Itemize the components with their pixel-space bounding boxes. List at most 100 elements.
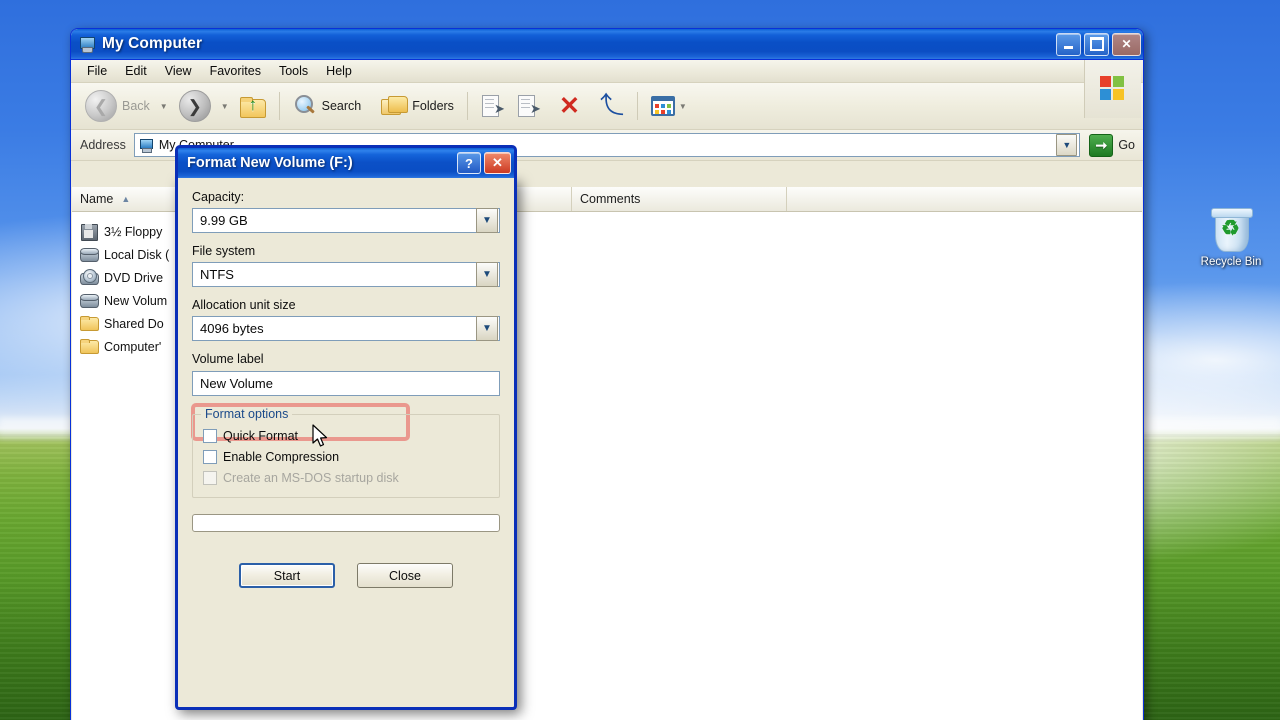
hard-disk-icon [80, 246, 99, 263]
dialog-title: Format New Volume (F:) [187, 155, 353, 171]
menu-bar: File Edit View Favorites Tools Help [71, 60, 1143, 118]
dialog-button-row: Start Close [178, 563, 514, 588]
menu-item-help[interactable]: Help [317, 62, 361, 80]
views-dropdown-icon[interactable]: ▼ [679, 102, 687, 111]
file-system-select[interactable]: NTFS ▼ [192, 262, 500, 287]
folders-button-label: Folders [412, 99, 454, 113]
recycle-bin-label: Recycle Bin [1200, 256, 1262, 268]
explorer-toolbar: ❮ Back ▼ ❯ ▼ ↑ Search Folders ➤ ➤ ✕ ⤴ ▼ [71, 83, 1143, 130]
file-system-value: NTFS [200, 267, 234, 282]
folders-button[interactable]: Folders [375, 92, 460, 120]
volume-label-label: Volume label [192, 352, 264, 366]
search-button[interactable]: Search [287, 91, 368, 121]
chevron-down-icon[interactable]: ▼ [476, 316, 498, 341]
folder-icon [80, 338, 99, 355]
column-header-comments[interactable]: Comments [572, 187, 787, 211]
ms-dos-startup-disk-label: Create an MS-DOS startup disk [223, 471, 399, 485]
delete-button[interactable]: ✕ [553, 91, 586, 122]
dialog-titlebar[interactable]: Format New Volume (F:) ? ✕ [175, 145, 517, 178]
toolbar-separator [636, 92, 638, 120]
address-label: Address [80, 138, 126, 152]
close-button[interactable]: ✕ [1112, 32, 1141, 56]
row-name: Shared Do [104, 316, 164, 331]
undo-button[interactable]: ⤴ [594, 91, 630, 121]
my-computer-icon [78, 35, 96, 53]
folder-icon [80, 315, 99, 332]
format-options-title: Format options [201, 407, 293, 421]
my-computer-mini-icon [139, 138, 154, 153]
allocation-unit-size-value: 4096 bytes [200, 321, 264, 336]
capacity-label: Capacity: [192, 190, 245, 204]
start-button[interactable]: Start [239, 563, 335, 588]
forward-arrow-icon: ❯ [178, 90, 211, 122]
menu-item-favorites[interactable]: Favorites [201, 62, 270, 80]
column-header-filler [787, 187, 1142, 211]
back-button[interactable]: ❮ Back [79, 87, 156, 125]
enable-compression-checkbox[interactable] [203, 450, 217, 464]
format-progress-bar [192, 514, 500, 532]
chevron-down-icon[interactable]: ▼ [476, 208, 498, 233]
explorer-titlebar[interactable]: My Computer ✕ [71, 29, 1143, 60]
file-system-label: File system [192, 244, 256, 258]
move-to-icon: ➤ [481, 95, 505, 117]
capacity-value: 9.99 GB [200, 213, 248, 228]
back-button-label: Back [122, 99, 150, 113]
sort-ascending-icon: ▲ [121, 194, 131, 204]
dialog-close-button[interactable]: ✕ [484, 152, 511, 174]
search-button-label: Search [321, 99, 362, 113]
back-dropdown-icon[interactable]: ▼ [160, 102, 168, 111]
toolbar-separator [278, 92, 280, 120]
dialog-close-action-button[interactable]: Close [357, 563, 453, 588]
menu-item-file[interactable]: File [78, 62, 116, 80]
minimize-button[interactable] [1056, 32, 1081, 56]
windows-flag-banner [1084, 60, 1141, 118]
row-name: Computer' [104, 339, 162, 354]
recycle-bin-icon: ♻ [1207, 208, 1255, 254]
help-button[interactable]: ? [457, 152, 481, 174]
go-button-label: Go [1118, 138, 1135, 152]
menu-item-tools[interactable]: Tools [270, 62, 317, 80]
menu-item-edit[interactable]: Edit [116, 62, 156, 80]
maximize-button[interactable] [1084, 32, 1109, 56]
allocation-unit-size-label: Allocation unit size [192, 298, 296, 312]
undo-arrow-icon: ⤴ [599, 92, 624, 119]
windows-logo-icon [1100, 76, 1126, 102]
address-dropdown-icon[interactable]: ▼ [1056, 134, 1078, 156]
enable-compression-row[interactable]: Enable Compression [203, 450, 489, 464]
forward-dropdown-icon[interactable]: ▼ [221, 102, 229, 111]
delete-x-icon: ✕ [558, 91, 580, 120]
go-button[interactable]: ➞ Go [1089, 133, 1135, 157]
move-to-button[interactable]: ➤ [475, 92, 511, 120]
row-name: 3½ Floppy [104, 224, 163, 239]
floppy-icon [80, 223, 98, 241]
column-header-name-label: Name [80, 192, 114, 206]
toolbar-separator [466, 92, 468, 120]
copy-to-icon: ➤ [517, 95, 541, 117]
format-options-group: Format options Quick Format Enable Compr… [192, 407, 500, 498]
folder-up-icon: ↑ [239, 94, 266, 118]
capacity-select[interactable]: 9.99 GB ▼ [192, 208, 500, 233]
desktop-icon-recycle-bin[interactable]: ♻ Recycle Bin [1188, 208, 1274, 268]
views-icon [650, 96, 675, 116]
row-name: DVD Drive [104, 270, 164, 285]
copy-to-button[interactable]: ➤ [511, 92, 547, 120]
volume-label-input[interactable]: New Volume [192, 371, 500, 396]
menu-item-view[interactable]: View [156, 62, 201, 80]
dialog-body: Capacity: 9.99 GB ▼ File system NTFS ▼ A… [178, 178, 514, 498]
folders-icon [381, 95, 409, 117]
window-title: My Computer [102, 35, 203, 52]
enable-compression-label: Enable Compression [223, 450, 340, 464]
forward-button[interactable]: ❯ [173, 87, 217, 125]
search-icon [293, 94, 317, 118]
quick-format-label: Quick Format [223, 429, 299, 443]
quick-format-checkbox[interactable] [203, 429, 217, 443]
hard-disk-icon [80, 292, 99, 309]
chevron-down-icon[interactable]: ▼ [476, 262, 498, 287]
ms-dos-startup-disk-row: Create an MS-DOS startup disk [203, 471, 489, 485]
up-one-level-button[interactable]: ↑ [234, 91, 272, 121]
views-button[interactable]: ▼ [645, 93, 698, 119]
go-arrow-icon: ➞ [1089, 133, 1114, 157]
allocation-unit-size-select[interactable]: 4096 bytes ▼ [192, 316, 500, 341]
row-name: New Volum [104, 293, 168, 308]
quick-format-row[interactable]: Quick Format [203, 429, 489, 443]
